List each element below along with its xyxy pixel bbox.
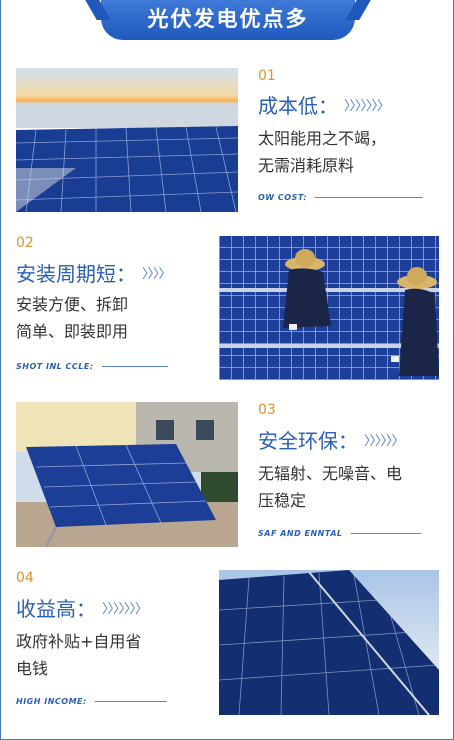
- item-title-text: 收益高：: [16, 597, 96, 621]
- item-title-text: 安装周期短：: [16, 262, 136, 286]
- item-subtitle: HIGH INCOME:: [16, 697, 167, 706]
- photo-workers-installing: [219, 236, 439, 380]
- item-subtitle: OW COST:: [258, 193, 424, 202]
- divider: [101, 366, 168, 367]
- item-description: 安装方便、拆卸 简单、即装即用: [16, 291, 128, 345]
- item-title-text: 安全环保：: [258, 429, 358, 453]
- item-description: 无辐射、无噪音、电 压稳定: [258, 460, 402, 514]
- chevrons-icon: 〉〉〉〉: [142, 267, 171, 282]
- description-line: 无需消耗原料: [258, 156, 355, 175]
- subtitle-text: HIGH INCOME:: [16, 697, 87, 706]
- description-line: 安装方便、拆卸: [16, 295, 129, 314]
- page-title-banner: 光伏发电优点多: [101, 0, 355, 40]
- item-description: 政府补贴+自用省 电钱: [16, 628, 141, 682]
- description-line: 压稳定: [258, 491, 307, 510]
- item-subtitle: SHOT INL CCLE:: [16, 362, 168, 371]
- item-subtitle: SAF AND ENNTAL: [258, 529, 421, 538]
- description-line: 太阳能用之不竭，: [258, 129, 387, 148]
- item-description: 太阳能用之不竭， 无需消耗原料: [258, 125, 386, 179]
- photo-residential-solar: [16, 402, 238, 547]
- divider: [315, 197, 424, 198]
- item-number: 01: [258, 68, 276, 84]
- item-title-text: 成本低：: [258, 94, 338, 118]
- subtitle-text: OW COST:: [258, 193, 308, 202]
- photo-ground-solar: [219, 570, 439, 715]
- item-title: 收益高： 〉〉〉〉〉〉〉: [16, 593, 148, 622]
- chevrons-icon: 〉〉〉〉〉〉〉: [344, 99, 390, 114]
- item-number: 02: [16, 235, 34, 251]
- page-title: 光伏发电优点多: [147, 7, 309, 31]
- subtitle-text: SHOT INL CCLE:: [16, 362, 94, 371]
- description-line: 电钱: [16, 659, 49, 678]
- description-line: 政府补贴+自用省: [16, 632, 142, 651]
- description-line: 无辐射、无噪音、电: [258, 464, 403, 483]
- chevrons-icon: 〉〉〉〉〉〉〉: [102, 602, 148, 617]
- item-title: 安装周期短： 〉〉〉〉: [16, 258, 171, 287]
- item-title: 成本低： 〉〉〉〉〉〉〉: [258, 90, 390, 119]
- divider: [350, 533, 421, 534]
- divider: [94, 701, 167, 702]
- description-line: 简单、即装即用: [16, 322, 129, 341]
- item-number: 04: [16, 570, 34, 586]
- item-number: 03: [258, 402, 276, 418]
- item-title: 安全环保： 〉〉〉〉〉〉: [258, 425, 405, 454]
- photo-rooftop-solar-sunset: [16, 68, 238, 212]
- chevrons-icon: 〉〉〉〉〉〉: [364, 434, 405, 449]
- subtitle-text: SAF AND ENNTAL: [258, 529, 343, 538]
